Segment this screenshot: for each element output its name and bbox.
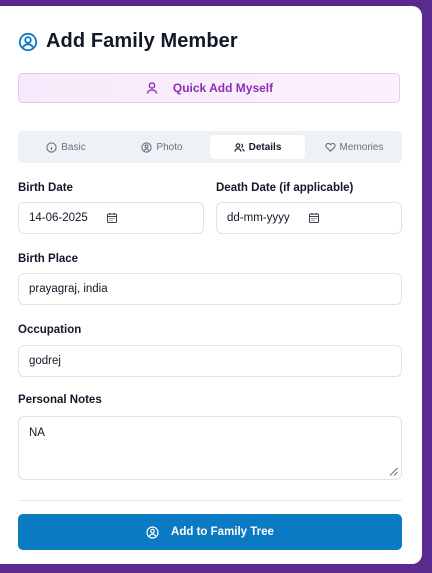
birth-place-value: prayagraj, india <box>29 283 108 295</box>
tab-label: Basic <box>61 141 86 153</box>
occupation-input[interactable]: godrej <box>18 345 402 377</box>
user-circle-icon <box>141 141 153 153</box>
tab-label: Memories <box>339 141 384 153</box>
tab-basic[interactable]: Basic <box>18 135 114 159</box>
calendar-icon[interactable] <box>106 212 118 224</box>
user-circle-icon <box>18 32 38 52</box>
birth-place-label: Birth Place <box>18 253 79 265</box>
occupation-label: Occupation <box>18 324 82 336</box>
tab-label: Details <box>248 141 282 153</box>
tab-label: Photo <box>156 141 183 153</box>
death-date-input[interactable]: dd-mm-yyyy <box>216 202 402 234</box>
birth-date-input[interactable]: 14-06-2025 <box>18 202 204 234</box>
dialog-title: Add Family Member <box>46 30 238 52</box>
tab-details[interactable]: Details <box>210 135 305 159</box>
tab-bar: Basic Photo Details Memories <box>18 131 402 163</box>
calendar-icon[interactable] <box>308 212 320 224</box>
dialog-header: Add Family Member <box>18 30 238 53</box>
tab-photo[interactable]: Photo <box>114 135 210 159</box>
quick-add-myself-button[interactable]: Quick Add Myself <box>18 73 400 103</box>
tab-memories[interactable]: Memories <box>306 135 402 159</box>
heart-icon <box>324 142 336 153</box>
birth-date-label: Birth Date <box>18 182 73 194</box>
submit-label: Add to Family Tree <box>171 526 274 538</box>
user-icon <box>145 81 159 95</box>
occupation-value: godrej <box>29 355 61 367</box>
resize-handle-icon[interactable] <box>389 467 398 476</box>
birth-place-input[interactable]: prayagraj, india <box>18 273 402 305</box>
personal-notes-label: Personal Notes <box>18 394 102 406</box>
user-circle-icon <box>146 525 159 539</box>
quick-add-label: Quick Add Myself <box>172 81 274 95</box>
info-circle-icon <box>46 141 57 153</box>
death-date-placeholder: dd-mm-yyyy <box>227 212 290 224</box>
add-to-family-tree-button[interactable]: Add to Family Tree <box>18 514 402 550</box>
birth-date-value: 14-06-2025 <box>29 212 88 224</box>
personal-notes-value: NA <box>29 427 45 439</box>
footer-divider <box>18 500 402 501</box>
personal-notes-textarea[interactable]: NA <box>18 416 402 480</box>
users-icon <box>233 142 245 153</box>
add-family-member-dialog: Add Family Member Quick Add Myself Basic <box>0 6 422 564</box>
death-date-label: Death Date (if applicable) <box>216 182 354 194</box>
